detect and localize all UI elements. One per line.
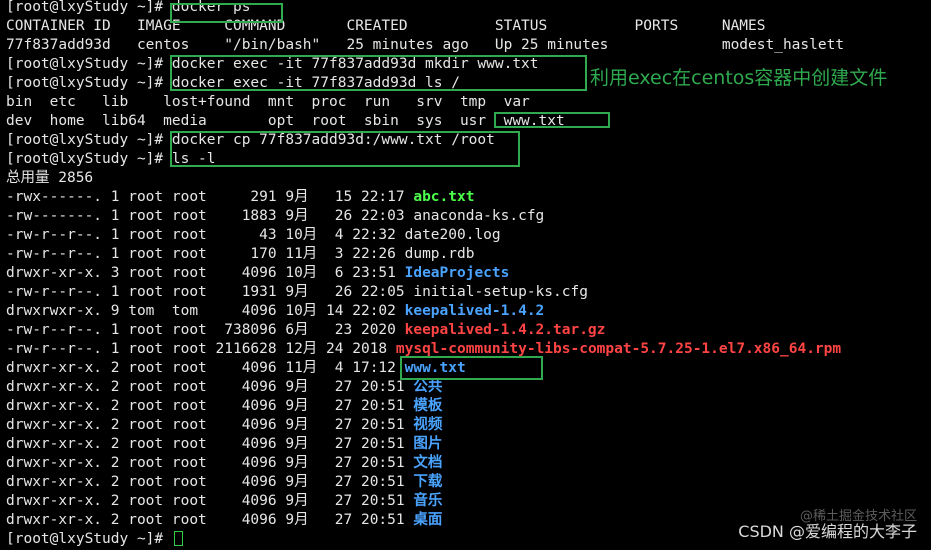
- file-name: 图片: [413, 436, 443, 452]
- terminal-text: -rw-r--r--. 1 root root 738096 6月 23 202…: [6, 322, 405, 338]
- file-name: keepalived-1.4.2.tar.gz: [404, 322, 606, 338]
- file-name: 文档: [413, 455, 443, 471]
- terminal-text: [root@lxyStudy ~]#: [6, 531, 172, 547]
- watermark-csdn: CSDN @爱编程的大李子: [738, 522, 917, 541]
- terminal-line: drwxr-xr-x. 3 root root 4096 10月 6 23:51…: [6, 264, 509, 283]
- file-name: 模板: [413, 398, 443, 414]
- terminal-line: drwxr-xr-x. 2 root root 4096 9月 27 20:51…: [6, 511, 442, 530]
- terminal-line: drwxr-xr-x. 2 root root 4096 9月 27 20:51…: [6, 473, 442, 492]
- terminal-text: drwxr-xr-x. 2 root root 4096 9月 27 20:51: [6, 512, 414, 528]
- terminal-text: -rw-r--r--. 1 root root 43 10月 4 22:32 d…: [6, 227, 501, 243]
- terminal-line: [root@lxyStudy ~]# ls -l: [6, 150, 216, 169]
- terminal-text: drwxr-xr-x. 2 root root 4096 9月 27 20:51: [6, 455, 414, 471]
- file-name: keepalived-1.4.2: [404, 303, 545, 319]
- terminal-line: -rw-r--r--. 1 root root 43 10月 4 22:32 d…: [6, 226, 501, 245]
- cursor-icon: [173, 531, 183, 546]
- terminal-text: -rw-r--r--. 1 root root 170 11月 3 22:26 …: [6, 246, 475, 262]
- terminal-line: drwxr-xr-x. 2 root root 4096 11月 4 17:12…: [6, 359, 466, 378]
- terminal-line: dev home lib64 media opt root sbin sys u…: [6, 112, 565, 131]
- terminal-text: drwxr-xr-x. 2 root root 4096 9月 27 20:51: [6, 379, 414, 395]
- terminal-text: drwxr-xr-x. 2 root root 4096 9月 27 20:51: [6, 436, 414, 452]
- file-name: 音乐: [413, 493, 443, 509]
- terminal-text: -rw-r--r--. 1 root root 1931 9月 26 22:05…: [6, 284, 588, 300]
- terminal-text: bin etc lib lost+found mnt proc run srv …: [6, 94, 530, 110]
- terminal-text: drwxr-xr-x. 2 root root 4096 11月 4 17:12: [6, 360, 405, 376]
- terminal-text: drwxr-xr-x. 3 root root 4096 10月 6 23:51: [6, 265, 405, 281]
- file-name: IdeaProjects: [404, 265, 510, 281]
- terminal-line: 77f837add93d centos "/bin/bash" 25 minut…: [6, 36, 844, 55]
- terminal-text: drwxr-xr-x. 2 root root 4096 9月 27 20:51: [6, 417, 414, 433]
- terminal-text: [root@lxyStudy ~]# docker ps: [6, 0, 251, 15]
- terminal-text: [root@lxyStudy ~]# docker cp 77f837add93…: [6, 132, 495, 148]
- terminal-line: drwxr-xr-x. 2 root root 4096 9月 27 20:51…: [6, 416, 442, 435]
- terminal-line: drwxr-xr-x. 2 root root 4096 9月 27 20:51…: [6, 435, 442, 454]
- terminal-line: -rw-------. 1 root root 1883 9月 26 22:03…: [6, 207, 544, 226]
- terminal-text: [root@lxyStudy ~]# docker exec -it 77f83…: [6, 56, 539, 72]
- file-name: 下载: [413, 474, 443, 490]
- terminal-line: -rw-r--r--. 1 root root 1931 9月 26 22:05…: [6, 283, 588, 302]
- terminal-text: -rw-r--r--. 1 root root 2116628 12月 24 2…: [6, 341, 396, 357]
- terminal-line: -rwx------. 1 root root 291 9月 15 22:17 …: [6, 188, 474, 207]
- terminal-line: drwxr-xr-x. 2 root root 4096 9月 27 20:51…: [6, 454, 442, 473]
- terminal-text: dev home lib64 media opt root sbin sys u…: [6, 113, 565, 129]
- terminal-line: drwxrwxr-x. 9 tom tom 4096 10月 14 22:02 …: [6, 302, 544, 321]
- terminal-text: CONTAINER ID IMAGE COMMAND CREATED STATU…: [6, 18, 766, 34]
- file-name: abc.txt: [413, 189, 475, 205]
- file-name: 视频: [413, 417, 443, 433]
- terminal-line: [root@lxyStudy ~]# docker exec -it 77f83…: [6, 74, 460, 93]
- file-name: mysql-community-libs-compat-5.7.25-1.el7…: [395, 341, 842, 357]
- terminal-line: [root@lxyStudy ~]# docker cp 77f837add93…: [6, 131, 495, 150]
- terminal-text: drwxrwxr-x. 9 tom tom 4096 10月 14 22:02: [6, 303, 405, 319]
- terminal-line: -rw-r--r--. 1 root root 170 11月 3 22:26 …: [6, 245, 474, 264]
- terminal-text: 77f837add93d centos "/bin/bash" 25 minut…: [6, 37, 845, 53]
- terminal-line: [root@lxyStudy ~]#: [6, 530, 183, 549]
- terminal-line: [root@lxyStudy ~]# docker exec -it 77f83…: [6, 55, 539, 74]
- terminal-text: drwxr-xr-x. 2 root root 4096 9月 27 20:51: [6, 474, 414, 490]
- terminal-line: 总用量 2856: [6, 169, 93, 188]
- terminal-line: [root@lxyStudy ~]# docker ps: [6, 0, 250, 17]
- terminal-line: -rw-r--r--. 1 root root 738096 6月 23 202…: [6, 321, 605, 340]
- terminal-line: -rw-r--r--. 1 root root 2116628 12月 24 2…: [6, 340, 841, 359]
- terminal-text: [root@lxyStudy ~]# ls -l: [6, 151, 216, 167]
- annotation-label: 利用exec在centos容器中创建文件: [590, 67, 888, 89]
- terminal-line: CONTAINER ID IMAGE COMMAND CREATED STATU…: [6, 17, 766, 36]
- terminal-line: bin etc lib lost+found mnt proc run srv …: [6, 93, 530, 112]
- terminal-text: -rw-------. 1 root root 1883 9月 26 22:03…: [6, 208, 545, 224]
- file-name: www.txt: [404, 360, 466, 376]
- file-name: 公共: [413, 379, 443, 395]
- terminal-text: -rwx------. 1 root root 291 9月 15 22:17: [6, 189, 414, 205]
- file-name: 桌面: [413, 512, 443, 528]
- terminal-text: [root@lxyStudy ~]# docker exec -it 77f83…: [6, 75, 460, 91]
- terminal-line: drwxr-xr-x. 2 root root 4096 9月 27 20:51…: [6, 378, 442, 397]
- terminal-line: drwxr-xr-x. 2 root root 4096 9月 27 20:51…: [6, 397, 442, 416]
- terminal-window[interactable]: [root@lxyStudy ~]# docker ps CONTAINER ID…: [0, 0, 931, 550]
- terminal-text: drwxr-xr-x. 2 root root 4096 9月 27 20:51: [6, 493, 414, 509]
- terminal-line: drwxr-xr-x. 2 root root 4096 9月 27 20:51…: [6, 492, 442, 511]
- terminal-text: drwxr-xr-x. 2 root root 4096 9月 27 20:51: [6, 398, 414, 414]
- terminal-text: 总用量 2856: [6, 170, 94, 186]
